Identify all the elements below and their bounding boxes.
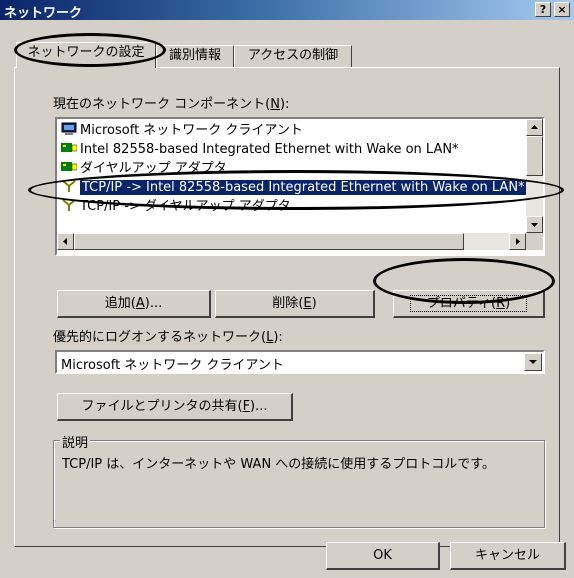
description-text: TCP/IP は、インターネットや WAN への接続に使用するプロトコルです。 xyxy=(62,457,496,472)
properties-button[interactable]: プロパティ(R) xyxy=(393,290,545,318)
logon-network-label: 優先的にログオンするネットワーク(L): xyxy=(53,330,283,345)
network-adapter-icon xyxy=(61,160,78,174)
arrow-down-icon xyxy=(531,223,538,227)
arrow-left-icon xyxy=(63,238,67,245)
scroll-thumb[interactable] xyxy=(526,136,543,176)
protocol-icon xyxy=(61,198,77,212)
arrow-right-icon xyxy=(516,238,520,245)
horizontal-scrollbar[interactable] xyxy=(57,233,526,250)
cancel-button[interactable]: キャンセル xyxy=(450,542,566,570)
network-adapter-icon xyxy=(61,141,78,155)
scroll-corner xyxy=(526,233,543,250)
scroll-down-button[interactable] xyxy=(526,216,543,233)
description-groupbox: 説明 TCP/IP は、インターネットや WAN への接続に使用するプロトコルで… xyxy=(53,432,545,528)
scroll-up-button[interactable] xyxy=(526,119,543,136)
protocol-icon xyxy=(61,179,77,193)
components-label: 現在のネットワーク コンポーネント(N): xyxy=(53,97,290,112)
window-title: ネットワーク xyxy=(4,6,83,21)
ok-button[interactable]: OK xyxy=(326,542,440,570)
close-button[interactable]: × xyxy=(554,2,570,17)
tab-label: 識別情報 xyxy=(168,48,221,63)
file-printer-sharing-button[interactable]: ファイルとプリンタの共有(F)... xyxy=(57,393,293,421)
list-item-selected[interactable]: TCP/IP -> Intel 82558-based Integrated E… xyxy=(61,178,527,197)
tab-label: アクセスの制御 xyxy=(247,48,339,63)
tab-access-control[interactable]: アクセスの制御 xyxy=(234,45,352,67)
vertical-scrollbar[interactable] xyxy=(526,119,543,233)
settings-panel: 現在のネットワーク コンポーネント(N): Microsoft ネットワーク ク… xyxy=(14,67,560,547)
list-item[interactable]: TCP/IP -> ダイヤルアップ アダプタ xyxy=(61,197,291,216)
list-item[interactable]: Microsoft ネットワーク クライアント xyxy=(61,121,303,140)
components-listbox[interactable]: Microsoft ネットワーク クライアント Intel 82558-base… xyxy=(55,117,545,256)
dropdown-button[interactable] xyxy=(524,353,542,371)
remove-button[interactable]: 削除(E) xyxy=(215,290,375,318)
logon-network-select[interactable]: Microsoft ネットワーク クライアント xyxy=(55,350,545,374)
list-item[interactable]: ダイヤルアップ アダプタ xyxy=(61,159,227,178)
description-legend: 説明 xyxy=(60,432,91,451)
title-bar: ネットワーク ? × xyxy=(0,0,574,21)
dialog-body: ネットワークの設定 識別情報 アクセスの制御 現在のネットワーク コンポーネント… xyxy=(0,20,574,578)
scroll-left-button[interactable] xyxy=(57,233,74,250)
list-item[interactable]: Intel 82558-based Integrated Ethernet wi… xyxy=(61,140,459,159)
network-client-icon xyxy=(61,122,77,136)
close-icon: × xyxy=(557,3,567,16)
arrow-up-icon xyxy=(531,125,538,129)
tab-network-settings[interactable]: ネットワークの設定 xyxy=(16,42,156,68)
tab-label: ネットワークの設定 xyxy=(27,45,145,60)
scroll-thumb-horizontal[interactable] xyxy=(74,233,464,250)
tab-identification[interactable]: 識別情報 xyxy=(156,45,234,67)
add-button[interactable]: 追加(A)... xyxy=(57,290,211,318)
logon-network-value: Microsoft ネットワーク クライアント xyxy=(61,358,284,373)
scroll-right-button[interactable] xyxy=(509,233,526,250)
help-icon: ? xyxy=(539,3,547,16)
chevron-down-icon xyxy=(529,360,537,364)
help-button[interactable]: ? xyxy=(535,2,551,17)
